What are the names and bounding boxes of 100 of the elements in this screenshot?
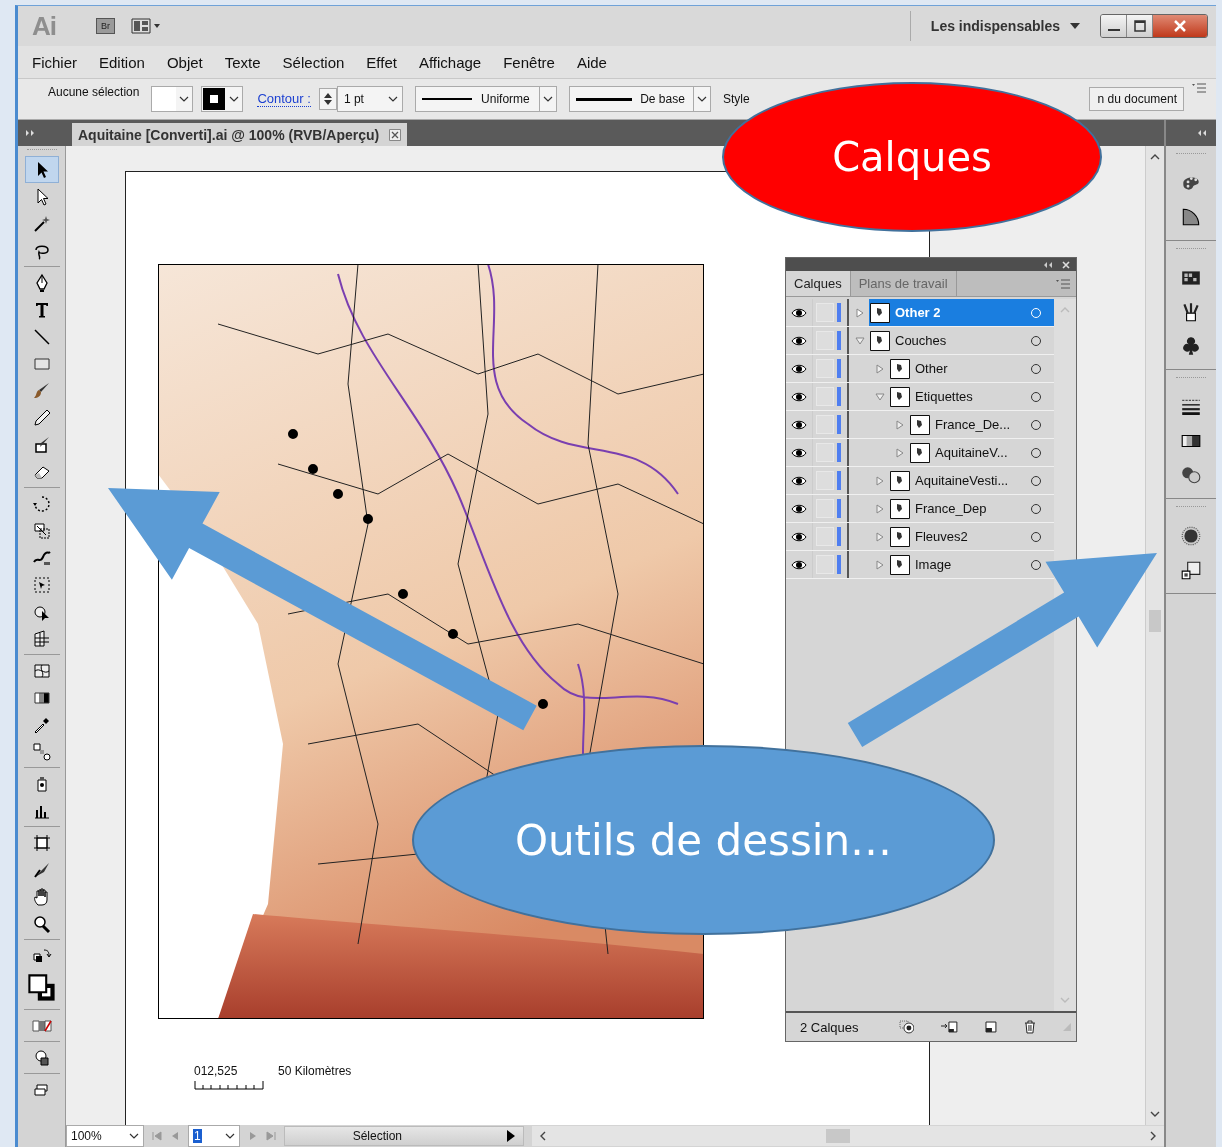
clipping-mask-icon[interactable] — [898, 1020, 915, 1034]
expand-triangle-icon[interactable] — [875, 559, 885, 570]
trash-icon[interactable] — [1024, 1020, 1037, 1034]
target-icon[interactable] — [1030, 502, 1042, 515]
stroke-link[interactable]: Contour : — [257, 91, 311, 107]
app-logo: Ai — [32, 10, 57, 42]
panel-tab[interactable]: Calques — [786, 271, 851, 296]
layer-name: Couches — [895, 333, 948, 348]
target-icon[interactable] — [1030, 362, 1042, 375]
chevron-icon — [179, 96, 190, 102]
maximize-button[interactable] — [1127, 15, 1153, 37]
target-icon[interactable] — [1030, 390, 1042, 403]
arrange-documents-button[interactable] — [129, 16, 163, 36]
scale-ticks: 012,525 — [194, 1064, 239, 1078]
workspace-switcher[interactable]: Les indispensables — [924, 18, 1086, 34]
layer-row[interactable]: Image — [786, 551, 1054, 579]
stroke-color-dropdown[interactable] — [201, 86, 244, 112]
horizontal-scrollbar[interactable] — [532, 1126, 1164, 1146]
eye-icon[interactable] — [791, 363, 807, 374]
chevron-icon — [229, 96, 240, 102]
collapse-icon[interactable] — [1198, 130, 1208, 136]
stroke-weight-field[interactable]: 1 pt — [336, 86, 403, 112]
scroll-down-icon[interactable] — [1150, 1111, 1160, 1117]
layer-row[interactable]: Fleuves2 — [786, 523, 1054, 551]
layer-color-bar — [837, 555, 841, 574]
new-layer-icon[interactable] — [984, 1020, 999, 1034]
transparency-icon — [1180, 464, 1202, 486]
zoom-dropdown[interactable]: 100% — [66, 1125, 144, 1147]
selection-tool-button[interactable] — [24, 156, 59, 183]
scroll-thumb[interactable] — [826, 1129, 850, 1143]
expand-triangle-icon[interactable] — [875, 363, 885, 374]
stroke-profile-dropdown[interactable]: Uniforme — [414, 86, 557, 112]
expand-triangle-icon[interactable] — [875, 531, 885, 542]
eye-icon[interactable] — [791, 307, 807, 318]
eye-icon[interactable] — [791, 531, 807, 542]
expand-triangle-icon[interactable] — [875, 503, 885, 514]
scroll-right-icon[interactable] — [1150, 1131, 1156, 1141]
minimize-button[interactable] — [1101, 15, 1127, 37]
graphic-styles-panel-button[interactable] — [1180, 559, 1202, 581]
status-info-button[interactable]: Sélection — [284, 1126, 524, 1146]
expand-triangle-icon[interactable] — [895, 419, 905, 430]
document-setup-button[interactable]: n du document — [1088, 87, 1184, 111]
layer-row[interactable]: Other — [786, 355, 1054, 383]
scroll-up-icon[interactable] — [1150, 154, 1160, 160]
collapse-triangle-icon[interactable] — [875, 391, 885, 402]
style-label: Style — [722, 92, 750, 106]
eye-icon[interactable] — [791, 559, 807, 570]
target-icon[interactable] — [1030, 446, 1042, 459]
menu-item[interactable]: Texte — [224, 53, 261, 71]
layer-row[interactable]: France_Dep — [786, 495, 1054, 523]
menu-item[interactable]: Affichage — [418, 53, 482, 71]
menu-item[interactable]: Effet — [366, 53, 397, 71]
expand-triangle-icon[interactable] — [855, 307, 865, 318]
menu-item[interactable]: Edition — [99, 53, 145, 71]
transparency-panel-button[interactable] — [1180, 464, 1202, 486]
eye-icon[interactable] — [791, 503, 807, 514]
fill-color-dropdown[interactable] — [151, 86, 194, 112]
close-button[interactable] — [1153, 15, 1207, 37]
menu-item[interactable]: Objet — [166, 53, 203, 71]
target-icon[interactable] — [1030, 558, 1042, 571]
expand-triangle-icon[interactable] — [895, 447, 905, 458]
appearance-panel-button[interactable] — [1180, 525, 1202, 547]
eye-icon[interactable] — [791, 447, 807, 458]
resize-grip-icon[interactable] — [1062, 1022, 1072, 1032]
menu-item[interactable]: Aide — [576, 53, 607, 71]
free-transform-icon — [31, 574, 52, 595]
brush-dropdown[interactable]: De base — [568, 86, 711, 112]
layout-icon — [131, 18, 161, 34]
artboard-number-field[interactable]: 1 — [188, 1125, 240, 1147]
layer-row[interactable]: Etiquettes — [786, 383, 1054, 411]
target-icon[interactable] — [1030, 418, 1042, 431]
eye-icon[interactable] — [791, 419, 807, 430]
target-icon[interactable] — [1030, 530, 1042, 543]
close-icon[interactable] — [389, 128, 402, 141]
scroll-left-icon[interactable] — [540, 1131, 546, 1141]
target-icon[interactable] — [1030, 474, 1042, 487]
expand-icon[interactable] — [26, 130, 36, 136]
eye-icon[interactable] — [791, 391, 807, 402]
eye-icon[interactable] — [791, 475, 807, 486]
expand-triangle-icon[interactable] — [875, 475, 885, 486]
collapse-icon[interactable] — [1044, 261, 1054, 268]
document-tab[interactable]: Aquitaine [Converti].ai @ 100% (RVB/Aperçu) — [72, 123, 408, 146]
bridge-button[interactable]: Br — [96, 18, 115, 34]
layer-row[interactable]: AquitaineVesti... — [786, 467, 1054, 495]
eye-icon[interactable] — [791, 335, 807, 346]
scroll-thumb[interactable] — [1149, 610, 1161, 632]
stroke-weight-spinner[interactable] — [318, 88, 337, 110]
panel-menu-icon[interactable] — [1192, 83, 1206, 93]
layer-row[interactable]: AquitaineV... — [786, 439, 1054, 467]
menu-item[interactable]: Fichier — [32, 53, 77, 71]
menu-item[interactable]: Fenêtre — [503, 53, 555, 71]
new-sublayer-icon[interactable] — [940, 1020, 959, 1034]
color-guide-panel-button[interactable] — [1180, 206, 1202, 228]
club-panel-button[interactable] — [1180, 335, 1202, 357]
layer-row[interactable]: Couches — [786, 327, 1054, 355]
layer-row[interactable]: France_De... — [786, 411, 1054, 439]
menu-item[interactable]: Sélection — [282, 53, 345, 71]
target-icon[interactable] — [1030, 334, 1042, 347]
vertical-scrollbar[interactable] — [1145, 146, 1164, 1125]
collapse-triangle-icon[interactable] — [855, 335, 865, 346]
